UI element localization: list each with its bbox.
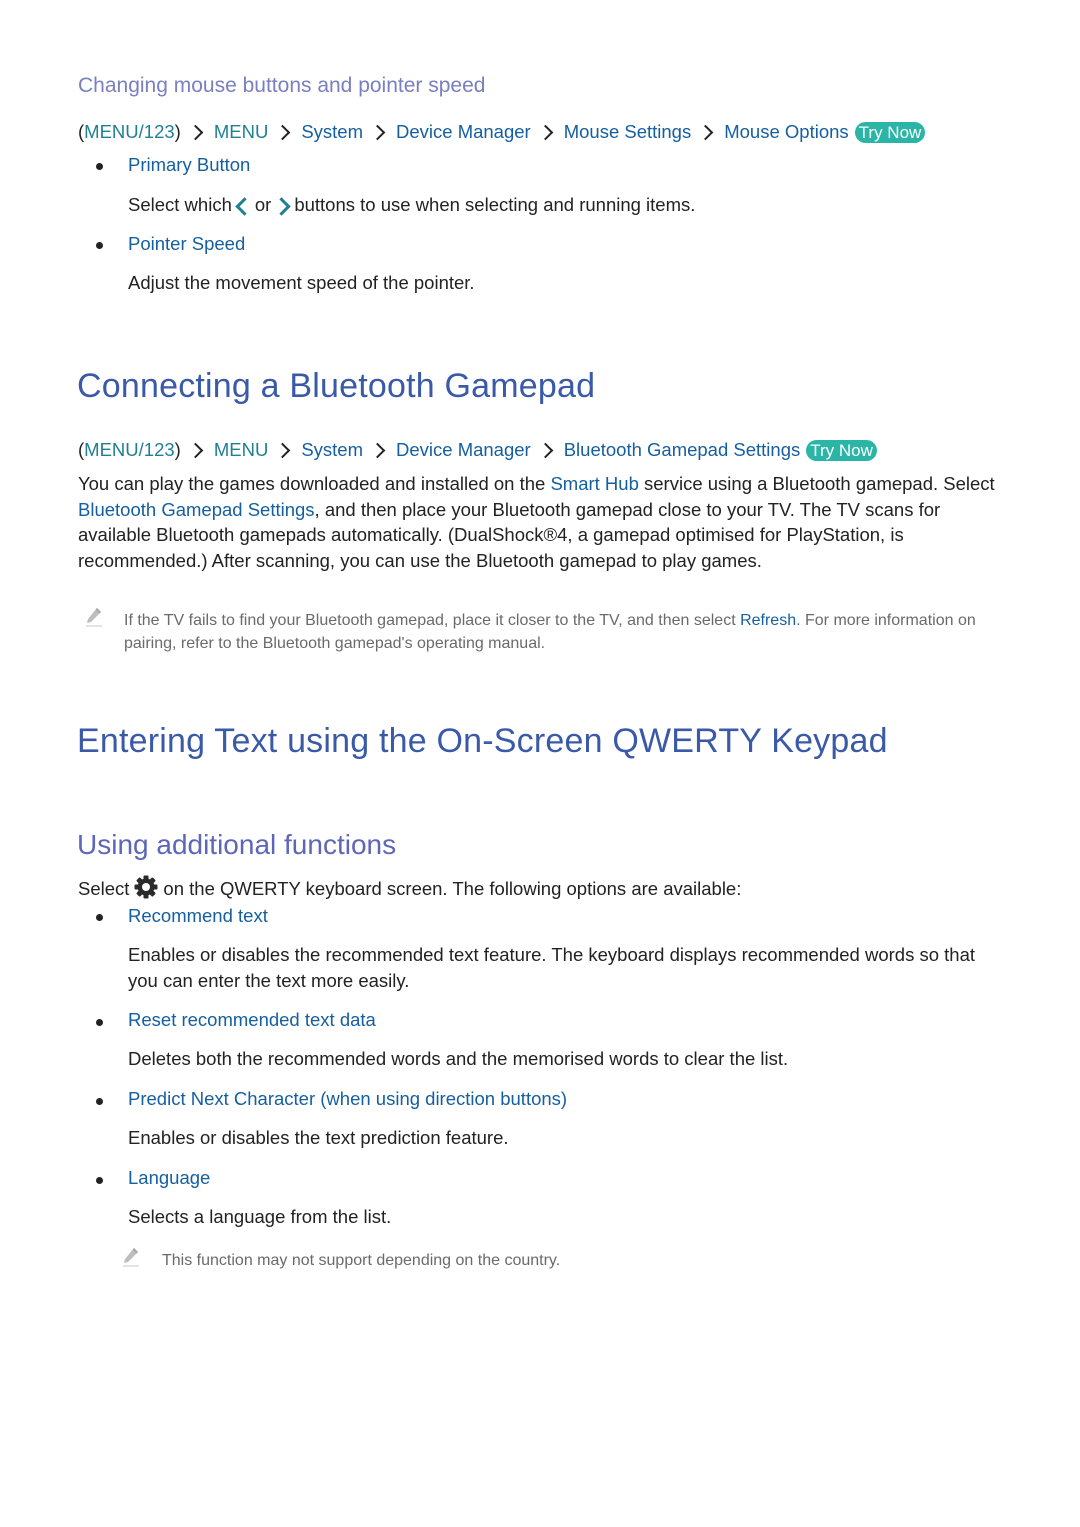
bullet <box>96 242 103 249</box>
chevron-right-icon <box>537 124 553 140</box>
section-subheading-mouse: Changing mouse buttons and pointer speed <box>78 74 486 97</box>
qwerty-intro: Select on the QWERTY keyboard screen. Th… <box>78 874 998 907</box>
breadcrumb-item[interactable]: System <box>301 121 363 143</box>
note-text: If the TV fails to find your Bluetooth g… <box>124 612 741 629</box>
breadcrumb-mouse: ( MENU/123 ) MENU System Device Manager … <box>78 121 926 143</box>
try-now-button[interactable]: Try Now <box>854 121 926 143</box>
desc-text: buttons to use when selecting and runnin… <box>294 194 696 215</box>
pencil-icon <box>121 1246 141 1273</box>
heading-bluetooth-gamepad: Connecting a Bluetooth Gamepad <box>77 367 596 405</box>
item-label-recommend-text[interactable]: Recommend text <box>128 905 268 927</box>
pencil-icon <box>84 606 104 633</box>
item-desc-recommend-text: Enables or disables the recommended text… <box>128 944 976 991</box>
chevron-left-icon <box>235 196 254 216</box>
gamepad-paragraph: You can play the games downloaded and in… <box>78 471 998 573</box>
chevron-right-icon <box>369 124 386 140</box>
heading-qwerty-keypad: Entering Text using the On-Screen QWERTY… <box>77 722 888 760</box>
bullet <box>96 914 103 921</box>
item-desc-language: Selects a language from the list. <box>128 1206 392 1227</box>
chevron-right-icon <box>272 196 292 216</box>
link-bluetooth-gamepad-settings[interactable]: Bluetooth Gamepad Settings <box>78 499 315 520</box>
item-desc-pointer-speed: Adjust the movement speed of the pointer… <box>128 272 475 293</box>
item-label-reset-recommended[interactable]: Reset recommended text data <box>128 1009 376 1031</box>
breadcrumb-item[interactable]: Mouse Options <box>724 121 848 143</box>
desc-text: Select which <box>128 194 232 215</box>
item-desc-primary-button: Select which or buttons to use when select… <box>128 192 998 218</box>
bullet <box>96 1177 103 1184</box>
bullet <box>96 1098 103 1105</box>
item-desc-predict-next-character: Enables or disables the text prediction … <box>128 1127 509 1148</box>
breadcrumb-gamepad: ( MENU/123 ) MENU System Device Manager … <box>78 439 877 461</box>
chevron-right-icon <box>187 124 204 140</box>
breadcrumb-root[interactable]: MENU/123 <box>84 121 174 143</box>
chevron-right-icon <box>537 442 553 458</box>
note-gamepad: If the TV fails to find your Bluetooth g… <box>124 609 999 655</box>
breadcrumb-item[interactable]: Bluetooth Gamepad Settings <box>564 439 801 461</box>
breadcrumb-item[interactable]: MENU <box>214 121 268 143</box>
paragraph-text: service using a Bluetooth gamepad. Selec… <box>638 473 995 494</box>
breadcrumb-item[interactable]: System <box>301 439 363 461</box>
breadcrumb-item[interactable]: Mouse Settings <box>564 121 692 143</box>
item-label-pointer-speed[interactable]: Pointer Speed <box>128 233 245 255</box>
subheading-additional-functions: Using additional functions <box>77 829 397 860</box>
breadcrumb-item[interactable]: MENU <box>214 439 268 461</box>
gear-icon <box>133 874 159 907</box>
link-smart-hub[interactable]: Smart Hub <box>550 473 638 494</box>
chevron-right-icon <box>369 442 386 458</box>
breadcrumb-paren: ) <box>174 439 181 460</box>
chevron-right-icon <box>275 442 291 458</box>
try-now-button[interactable]: Try Now <box>806 439 877 461</box>
bullet <box>96 163 103 170</box>
chevron-right-icon <box>275 124 291 140</box>
chevron-right-icon <box>187 442 204 458</box>
item-desc-reset-recommended: Deletes both the recommended words and t… <box>128 1048 789 1069</box>
item-label-language[interactable]: Language <box>128 1167 210 1189</box>
link-refresh[interactable]: Refresh <box>740 612 796 629</box>
breadcrumb-item[interactable]: Device Manager <box>396 121 531 143</box>
breadcrumb-paren: ) <box>174 121 181 142</box>
intro-text: Select <box>78 878 130 899</box>
desc-text: or <box>254 194 272 215</box>
note-country: This function may not support depending … <box>162 1252 561 1269</box>
chevron-right-icon <box>697 124 714 140</box>
breadcrumb-root[interactable]: MENU/123 <box>84 439 174 461</box>
bullet <box>96 1019 103 1026</box>
intro-text: on the QWERTY keyboard screen. The follo… <box>163 878 742 899</box>
item-label-primary-button[interactable]: Primary Button <box>128 154 250 176</box>
item-label-predict-next-character[interactable]: Predict Next Character (when using direc… <box>128 1088 567 1110</box>
breadcrumb-item[interactable]: Device Manager <box>396 439 531 461</box>
paragraph-text: You can play the games downloaded and in… <box>78 473 551 494</box>
